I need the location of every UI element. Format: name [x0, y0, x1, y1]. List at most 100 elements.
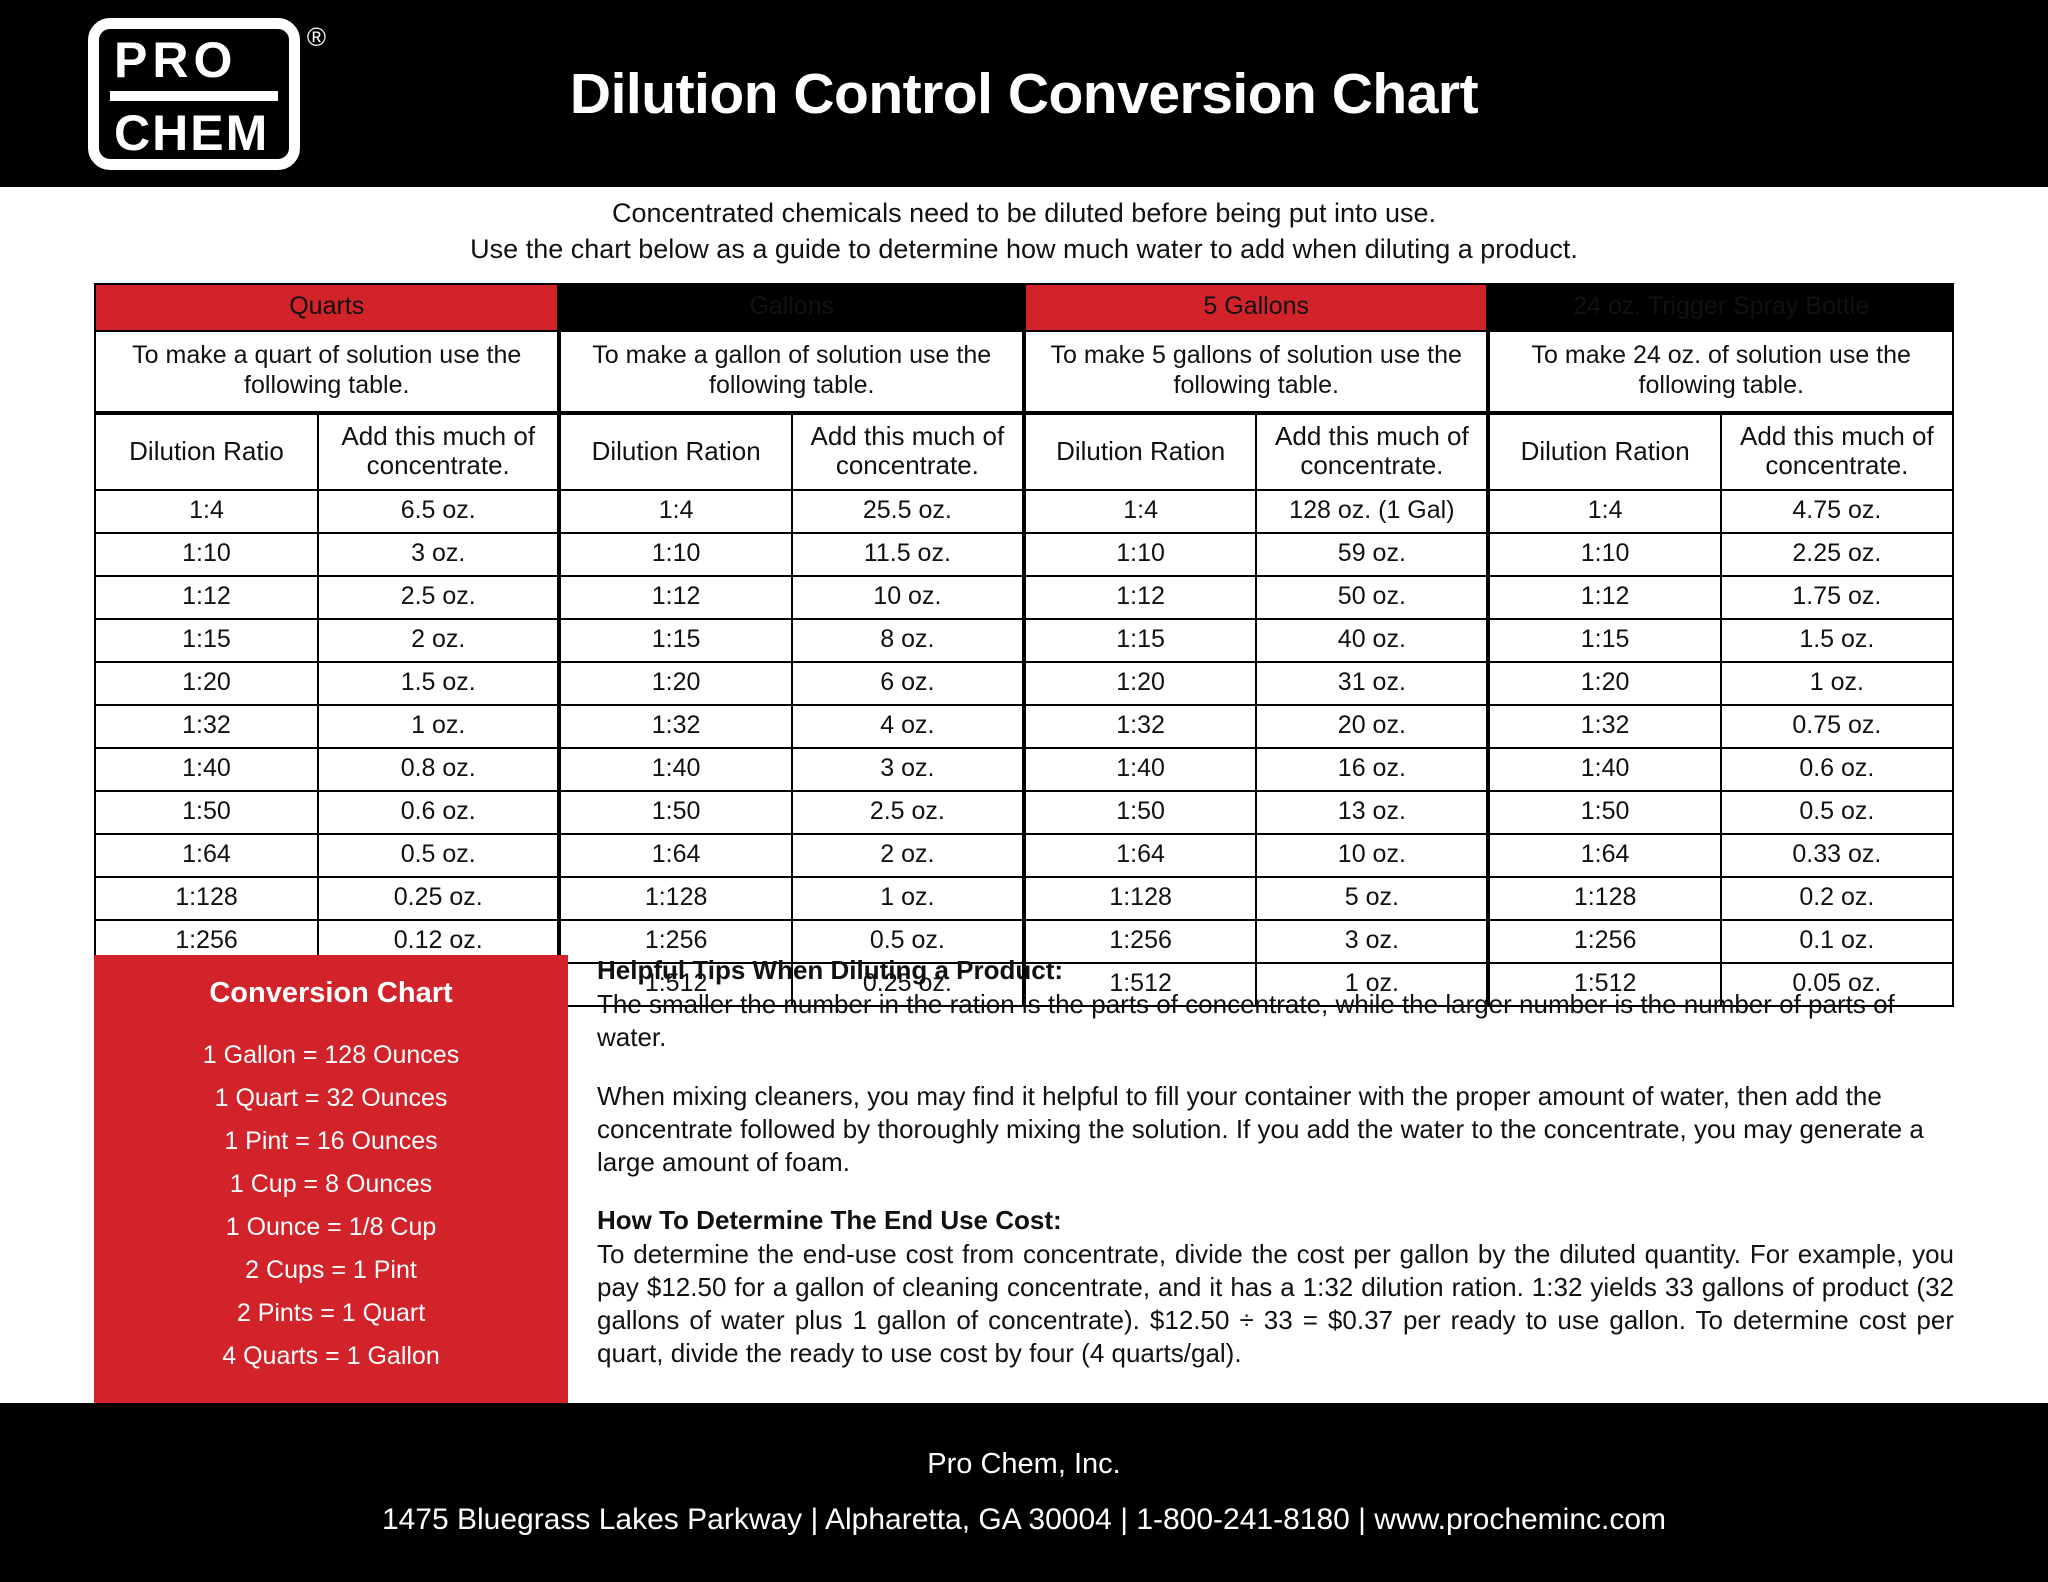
cell-5gallons-ratio: 1:12: [1022, 575, 1258, 621]
cell-5gallons-amount: 13 oz.: [1255, 790, 1491, 836]
cell-24oz-amount: 0.2 oz.: [1719, 876, 1955, 922]
cell-24oz-amount: 1.75 oz.: [1719, 575, 1955, 621]
cell-5gallons-ratio: 1:40: [1022, 747, 1258, 793]
colhdr-5gallons-ratio: Dilution Ration: [1022, 411, 1258, 492]
cell-quarts-amount: 6.5 oz.: [316, 489, 562, 535]
table-row: 1:64 0.5 oz. 1:64 2 oz. 1:64 10 oz. 1:64…: [94, 833, 1955, 879]
cell-24oz-amount: 0.75 oz.: [1719, 704, 1955, 750]
cell-5gallons-amount: 10 oz.: [1255, 833, 1491, 879]
cell-5gallons-ratio: 1:4: [1022, 489, 1258, 535]
table-row: 1:50 0.6 oz. 1:50 2.5 oz. 1:50 13 oz. 1:…: [94, 790, 1955, 836]
cell-quarts-ratio: 1:32: [94, 704, 319, 750]
cell-gallons-amount: 4 oz.: [790, 704, 1026, 750]
conversion-line: 1 Cup = 8 Ounces: [229, 1170, 433, 1198]
cell-quarts-amount: 1.5 oz.: [316, 661, 562, 707]
cell-gallons-ratio: 1:20: [558, 661, 793, 707]
cell-5gallons-amount: 50 oz.: [1255, 575, 1491, 621]
section-desc-24oz: To make 24 oz. of solution use the follo…: [1487, 330, 1954, 415]
cell-gallons-amount: 8 oz.: [790, 618, 1026, 664]
cell-5gallons-amount: 59 oz.: [1255, 532, 1491, 578]
section-header-24oz: 24 oz. Trigger Spray Bottle: [1487, 283, 1954, 332]
cell-gallons-amount: 2.5 oz.: [790, 790, 1026, 836]
table-row: 1:10 3 oz. 1:10 11.5 oz. 1:10 59 oz. 1:1…: [94, 532, 1955, 578]
cell-24oz-ratio: 1:20: [1487, 661, 1722, 707]
colhdr-gallons-amount: Add this much of concentrate.: [790, 411, 1026, 492]
cell-gallons-amount: 2 oz.: [790, 833, 1026, 879]
subtitle-line-1: Concentrated chemicals need to be dilute…: [611, 198, 1437, 228]
cell-5gallons-amount: 20 oz.: [1255, 704, 1491, 750]
cell-24oz-ratio: 1:128: [1487, 876, 1722, 922]
conversion-line: 4 Quarts = 1 Gallon: [222, 1342, 440, 1370]
cell-quarts-amount: 1 oz.: [316, 704, 562, 750]
cell-quarts-ratio: 1:128: [94, 876, 319, 922]
table-section-header-row: Quarts Gallons 5 Gallons 24 oz. Trigger …: [93, 283, 1954, 332]
cell-24oz-amount: 0.33 oz.: [1719, 833, 1955, 879]
cell-gallons-ratio: 1:128: [558, 876, 793, 922]
page-footer: Pro Chem, Inc. 1475 Bluegrass Lakes Park…: [0, 1403, 2048, 1582]
conversion-chart-title: Conversion Chart: [209, 977, 453, 1009]
colhdr-quarts-amount: Add this much of concentrate.: [316, 411, 562, 492]
cell-5gallons-ratio: 1:15: [1022, 618, 1258, 664]
tips-paragraph-1: The smaller the number in the ration is …: [597, 989, 1895, 1053]
conversion-line: 2 Cups = 1 Pint: [245, 1256, 417, 1284]
colhdr-quarts-ratio: Dilution Ratio: [94, 411, 319, 492]
page-header: PRO CHEM ® Dilution Control Conversion C…: [0, 0, 2048, 187]
cell-gallons-ratio: 1:15: [558, 618, 793, 664]
cell-gallons-ratio: 1:32: [558, 704, 793, 750]
cell-quarts-ratio: 1:50: [94, 790, 319, 836]
cell-24oz-ratio: 1:12: [1487, 575, 1722, 621]
conversion-line: 1 Ounce = 1/8 Cup: [225, 1213, 437, 1241]
colhdr-5gallons-amount: Add this much of concentrate.: [1255, 411, 1491, 492]
table-row: 1:12 2.5 oz. 1:12 10 oz. 1:12 50 oz. 1:1…: [94, 575, 1955, 621]
logo-text-chem: CHEM: [114, 104, 270, 161]
cell-gallons-ratio: 1:50: [558, 790, 793, 836]
logo-text-pro: PRO: [110, 30, 278, 101]
table-row: 1:40 0.8 oz. 1:40 3 oz. 1:40 16 oz. 1:40…: [94, 747, 1955, 793]
section-desc-gallons: To make a gallon of solution use the fol…: [558, 330, 1026, 415]
cell-5gallons-ratio: 1:128: [1022, 876, 1258, 922]
cell-quarts-ratio: 1:15: [94, 618, 319, 664]
table-row: 1:128 0.25 oz. 1:128 1 oz. 1:128 5 oz. 1…: [94, 876, 1955, 922]
dilution-conversion-table: Quarts Gallons 5 Gallons 24 oz. Trigger …: [93, 283, 1955, 1008]
cell-quarts-amount: 0.5 oz.: [316, 833, 562, 879]
cell-24oz-amount: 1 oz.: [1719, 661, 1955, 707]
cell-5gallons-amount: 5 oz.: [1255, 876, 1491, 922]
colhdr-24oz-amount: Add this much of concentrate.: [1719, 411, 1955, 492]
cell-gallons-amount: 11.5 oz.: [790, 532, 1026, 578]
cell-gallons-ratio: 1:40: [558, 747, 793, 793]
table-row: 1:20 1.5 oz. 1:20 6 oz. 1:20 31 oz. 1:20…: [94, 661, 1955, 707]
cell-gallons-ratio: 1:64: [558, 833, 793, 879]
cell-quarts-ratio: 1:40: [94, 747, 319, 793]
section-desc-quarts: To make a quart of solution use the foll…: [93, 330, 562, 415]
cell-quarts-amount: 0.8 oz.: [316, 747, 562, 793]
cell-quarts-ratio: 1:12: [94, 575, 319, 621]
registered-trademark-icon: ®: [306, 22, 326, 52]
cell-24oz-ratio: 1:64: [1487, 833, 1722, 879]
conversion-line: 1 Quart = 32 Ounces: [214, 1084, 448, 1112]
conversion-chart-box: Conversion Chart 1 Gallon = 128 Ounces 1…: [94, 955, 568, 1404]
section-header-quarts: Quarts: [93, 283, 562, 332]
cell-gallons-amount: 3 oz.: [790, 747, 1026, 793]
pro-chem-logo: PRO CHEM ®: [88, 18, 326, 170]
cell-quarts-ratio: 1:20: [94, 661, 319, 707]
section-header-gallons: Gallons: [558, 283, 1026, 332]
cell-gallons-amount: 10 oz.: [790, 575, 1026, 621]
cell-gallons-amount: 25.5 oz.: [790, 489, 1026, 535]
table-description-row: To make a quart of solution use the foll…: [93, 330, 1954, 415]
cell-5gallons-ratio: 1:32: [1022, 704, 1258, 750]
table-column-header-row: Dilution Ratio Add this much of concentr…: [94, 411, 1955, 492]
cell-quarts-amount: 2 oz.: [316, 618, 562, 664]
cell-gallons-ratio: 1:4: [558, 489, 793, 535]
cell-24oz-ratio: 1:15: [1487, 618, 1722, 664]
subtitle-line-2: Use the chart below as a guide to determ…: [470, 233, 1578, 264]
cell-24oz-amount: 4.75 oz.: [1719, 489, 1955, 535]
table-row: 1:32 1 oz. 1:32 4 oz. 1:32 20 oz. 1:32 0…: [94, 704, 1955, 750]
section-header-5-gallons: 5 Gallons: [1022, 283, 1491, 332]
cell-24oz-amount: 1.5 oz.: [1719, 618, 1955, 664]
cell-gallons-amount: 1 oz.: [790, 876, 1026, 922]
cell-gallons-ratio: 1:12: [558, 575, 793, 621]
cell-5gallons-amount: 31 oz.: [1255, 661, 1491, 707]
cell-5gallons-amount: 128 oz. (1 Gal): [1255, 489, 1491, 535]
